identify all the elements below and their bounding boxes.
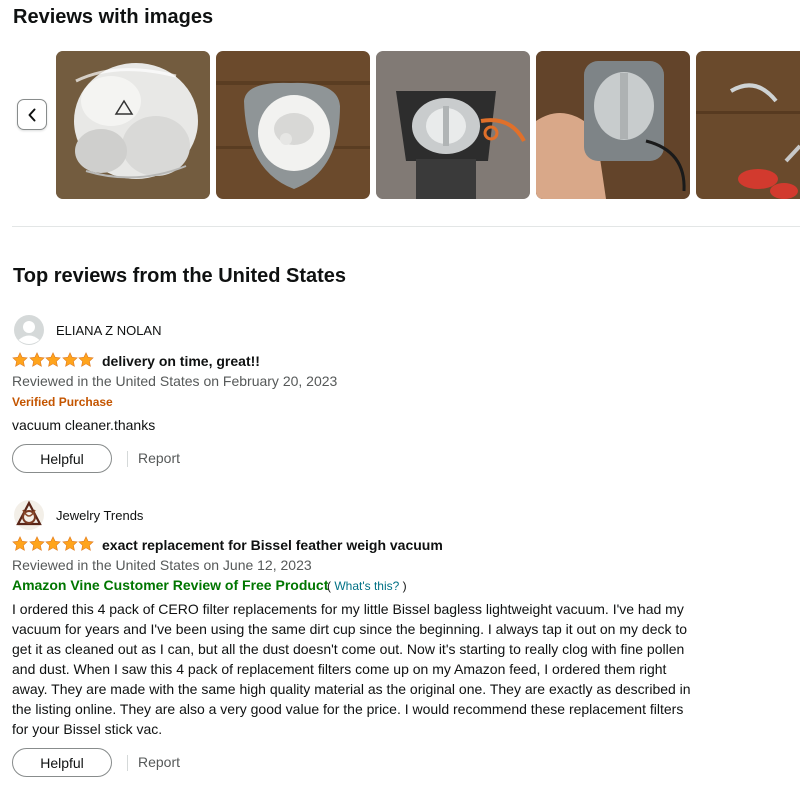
review-image-1[interactable] [56, 51, 210, 199]
review-image-2[interactable] [216, 51, 370, 199]
helpful-button[interactable]: Helpful [12, 748, 112, 777]
star-icon [78, 352, 94, 367]
star-icon [61, 536, 78, 551]
review-date: Reviewed in the United States on June 12… [12, 557, 312, 573]
default-avatar-icon[interactable] [14, 315, 44, 345]
star-icon [28, 352, 45, 367]
whats-this-group: ( What's this? ) [327, 579, 407, 593]
helpful-button[interactable]: Helpful [12, 444, 112, 473]
review-image-4[interactable] [536, 51, 690, 199]
review-photo-bagged-filters [56, 51, 210, 199]
star-icon [12, 536, 28, 551]
top-reviews-title: Top reviews from the United States [13, 265, 347, 287]
review-title[interactable]: exact replacement for Bissel feather wei… [102, 537, 443, 553]
reviewer-avatar[interactable] [14, 500, 44, 530]
review-photo-filter-on-wood [216, 51, 370, 199]
reviews-with-images-title: Reviews with images [13, 6, 214, 28]
whats-this-link[interactable]: What's this? [334, 579, 399, 593]
verified-purchase-badge: Verified Purchase [12, 395, 113, 409]
report-link[interactable]: Report [138, 754, 180, 770]
report-link[interactable]: Report [138, 450, 180, 466]
review-image-5[interactable] [696, 51, 800, 199]
chevron-left-icon [28, 108, 36, 121]
review-date: Reviewed in the United States on Februar… [12, 373, 338, 389]
star-icon [45, 536, 61, 551]
star-icon [45, 352, 61, 367]
star-rating[interactable] [12, 536, 95, 552]
review-body: I ordered this 4 pack of CERO filter rep… [12, 601, 691, 737]
star-icon [61, 352, 78, 367]
review-body: vacuum cleaner.thanks [12, 417, 156, 433]
review-photo-hand-holding-cup [536, 51, 690, 199]
review-photo-vacuum-dirt-cup [376, 51, 530, 199]
celtic-knot-avatar-icon [14, 500, 44, 530]
vine-review-badge: Amazon Vine Customer Review of Free Prod… [12, 577, 329, 593]
star-icon [78, 536, 94, 551]
paren-close: ) [402, 579, 407, 593]
review-image-3[interactable] [376, 51, 530, 199]
star-icon [12, 352, 28, 367]
action-separator [127, 451, 128, 467]
reviewer-name[interactable]: Jewelry Trends [56, 508, 143, 523]
reviewer-name[interactable]: ELIANA Z NOLAN [56, 323, 161, 338]
section-divider [12, 226, 800, 227]
star-icon [28, 536, 45, 551]
review-title[interactable]: delivery on time, great!! [102, 353, 260, 369]
action-separator [127, 755, 128, 771]
paren-open: ( [327, 579, 331, 593]
star-rating[interactable] [12, 352, 95, 368]
carousel-prev-button[interactable] [17, 99, 47, 130]
review-photo-scissors [696, 51, 800, 199]
